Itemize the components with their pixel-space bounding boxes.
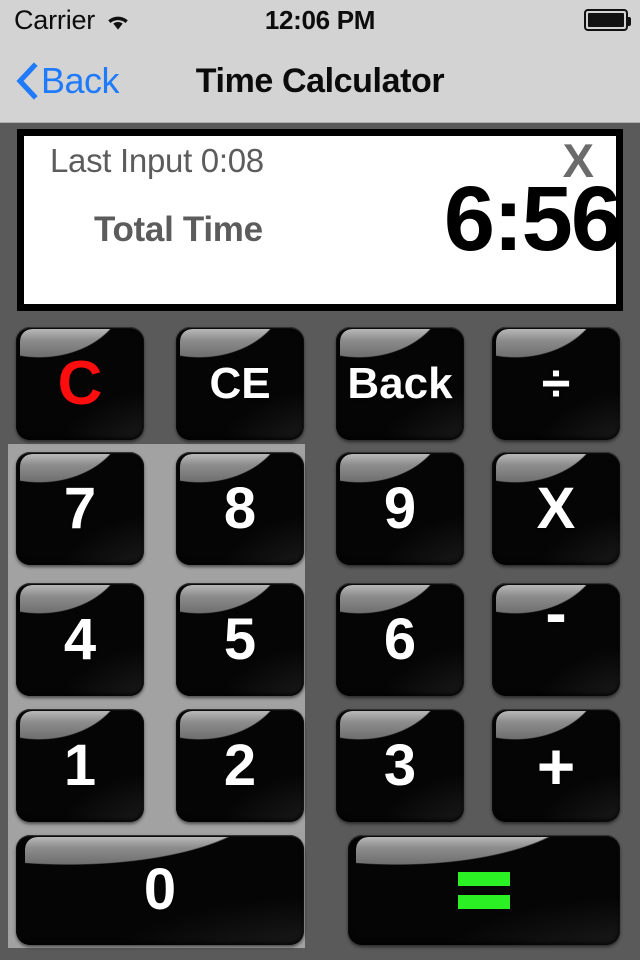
status-bar-right: [584, 0, 631, 40]
time-calculator-screen: Carrier 12:06 PM Back Time Calculator La…: [0, 0, 640, 960]
key-7[interactable]: 7: [16, 452, 144, 565]
key-backspace[interactable]: Back: [336, 327, 464, 440]
key-label: [348, 835, 620, 945]
battery-icon: [584, 9, 631, 31]
page-title: Time Calculator: [195, 61, 445, 100]
display-surface: Last Input 0:08 X Total Time 6:56: [24, 136, 616, 304]
key-9[interactable]: 9: [336, 452, 464, 565]
key-6[interactable]: 6: [336, 583, 464, 696]
key-0[interactable]: 0: [16, 835, 304, 945]
battery-level-fill: [588, 13, 624, 27]
key-clear[interactable]: C: [16, 327, 144, 440]
key-divide[interactable]: ÷: [492, 327, 620, 440]
battery-nub: [627, 17, 631, 26]
key-label: C: [57, 348, 103, 418]
equals-bar-top: [458, 871, 510, 886]
navigation-bar: Back Time Calculator: [0, 40, 640, 123]
key-equals[interactable]: [348, 835, 620, 945]
key-label: 8: [223, 475, 257, 541]
key-label: 9: [383, 475, 417, 541]
key-label: +: [536, 728, 576, 803]
key-label: 2: [223, 732, 257, 798]
key-clear-entry[interactable]: CE: [176, 327, 304, 440]
calculator-display: Last Input 0:08 X Total Time 6:56: [17, 129, 623, 311]
key-label: 6: [383, 606, 417, 672]
key-subtract[interactable]: -: [492, 583, 620, 696]
last-input-label: Last Input 0:08: [50, 142, 264, 179]
key-label: Back: [347, 358, 453, 408]
key-label: 1: [63, 732, 97, 798]
status-bar-clock: 12:06 PM: [264, 4, 376, 35]
equals-bar-bottom: [458, 894, 510, 909]
key-1[interactable]: 1: [16, 709, 144, 822]
key-8[interactable]: 8: [176, 452, 304, 565]
key-label: 4: [63, 606, 97, 672]
status-bar: Carrier 12:06 PM: [0, 0, 640, 40]
key-4[interactable]: 4: [16, 583, 144, 696]
key-2[interactable]: 2: [176, 709, 304, 822]
key-label: X: [536, 475, 576, 541]
key-label: 5: [223, 606, 257, 672]
key-label: CE: [209, 358, 271, 408]
key-3[interactable]: 3: [336, 709, 464, 822]
key-label: 0: [143, 857, 177, 922]
key-label: 7: [63, 475, 97, 541]
key-label: ÷: [541, 354, 571, 413]
key-label: 3: [383, 732, 417, 798]
equals-icon: [458, 871, 510, 909]
total-time-label: Total Time: [94, 210, 263, 249]
key-5[interactable]: 5: [176, 583, 304, 696]
key-add[interactable]: +: [492, 709, 620, 822]
total-time-value: 6:56: [443, 168, 616, 270]
key-multiply[interactable]: X: [492, 452, 620, 565]
key-label: -: [545, 583, 567, 649]
